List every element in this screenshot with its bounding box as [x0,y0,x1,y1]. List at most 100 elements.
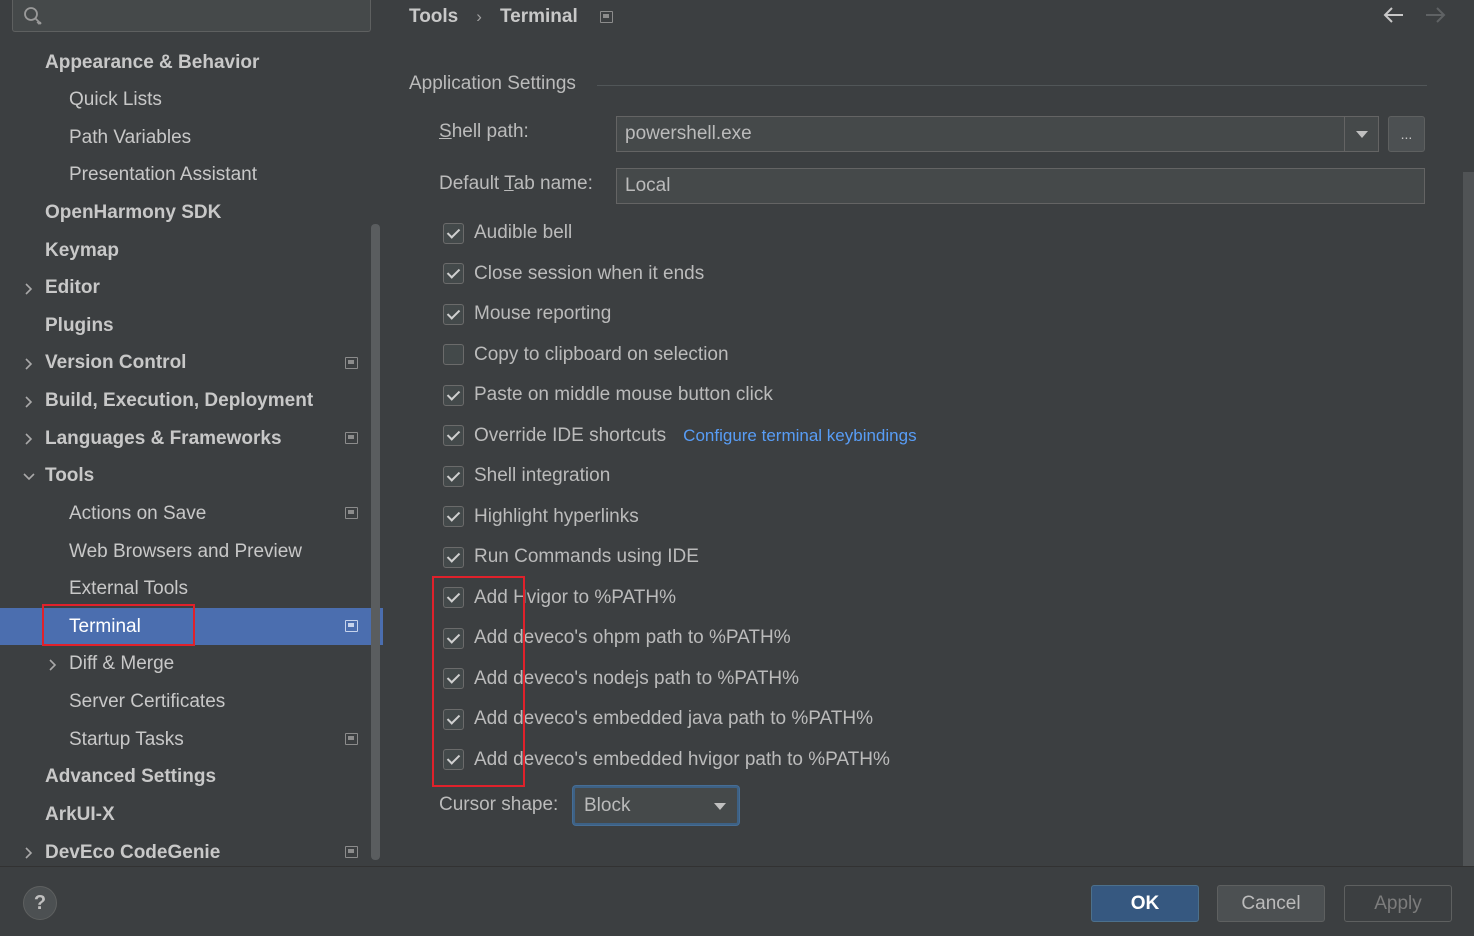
sidebar-item[interactable]: OpenHarmony SDK [0,194,383,231]
sidebar-item-label: Keymap [45,239,119,261]
sidebar-item[interactable]: ArkUI-X [0,796,383,833]
sidebar-item-label: Version Control [45,352,187,374]
cursor-shape-value: Block [584,794,631,816]
content-scrollbar[interactable] [1463,172,1474,866]
sidebar-item[interactable]: Web Browsers and Preview [0,533,383,570]
sidebar-item[interactable]: Build, Execution, Deployment [0,383,383,420]
sidebar-item-label: Appearance & Behavior [45,51,260,73]
sidebar-item[interactable]: Presentation Assistant [0,157,383,194]
sidebar-item[interactable]: Server Certificates [0,684,383,721]
sidebar-item-label: External Tools [69,578,188,600]
section-title: Application Settings [409,73,576,94]
checkbox-checked[interactable] [443,506,464,527]
project-scope-icon [345,507,358,520]
chevron-right-icon[interactable] [22,395,36,409]
option-row[interactable]: Shell integration [443,463,610,489]
option-label: Copy to clipboard on selection [474,343,729,365]
sidebar-item-label: Diff & Merge [69,653,175,675]
tab-name-label: Default Tab name: [439,173,593,194]
option-row[interactable]: Copy to clipboard on selection [443,342,729,368]
configure-keybindings-link[interactable]: Configure terminal keybindings [683,426,916,446]
option-label: Run Commands using IDE [474,546,699,567]
project-scope-icon [345,846,358,859]
sidebar-item[interactable]: Quick Lists [0,82,383,119]
section-divider [597,85,1427,86]
sidebar-item[interactable]: Advanced Settings [0,759,383,796]
chevron-right-icon[interactable] [22,357,36,371]
option-label: Close session when it ends [474,262,705,284]
breadcrumb-parent[interactable]: Tools [409,6,458,28]
shell-path-input[interactable]: powershell.exe [616,116,1379,152]
checkbox-checked[interactable] [443,222,464,244]
option-label: Shell integration [474,465,611,486]
cursor-shape-label: Cursor shape: [439,794,559,815]
checkbox-unchecked[interactable] [443,344,464,365]
sidebar-item[interactable]: Version Control [0,345,383,382]
chevron-down-icon[interactable] [22,470,36,484]
checkbox-checked[interactable] [443,465,464,487]
option-row[interactable]: Override IDE shortcuts Configure terminal… [443,423,917,449]
forward-arrow-icon[interactable] [1423,4,1447,26]
sidebar-item[interactable]: Languages & Frameworks [0,420,383,457]
settings-content: Tools › Terminal Application Settings Sh… [383,0,1474,866]
checkbox-checked[interactable] [443,546,464,568]
sidebar-item-label: OpenHarmony SDK [45,201,222,223]
back-arrow-icon[interactable] [1382,4,1406,26]
sidebar-item-label: ArkUI-X [45,803,115,825]
sidebar-item-label: Presentation Assistant [69,164,257,186]
sidebar-item-label: DevEco CodeGenie [45,841,221,863]
sidebar-item[interactable]: Tools [0,458,383,495]
shell-path-dropdown-arrow-icon[interactable] [1344,116,1379,152]
option-row[interactable]: Audible bell [443,220,572,246]
option-label: Audible bell [474,222,573,243]
project-scope-icon [345,733,358,746]
sidebar-item[interactable]: External Tools [0,571,383,608]
shell-path-value: powershell.exe [625,123,752,144]
checkbox-checked[interactable] [443,425,464,446]
sidebar-item[interactable]: Plugins [0,307,383,344]
annotation-highlight-box [42,604,195,647]
tab-name-input[interactable]: Local [616,168,1425,204]
chevron-right-icon[interactable] [22,432,36,446]
settings-search-input[interactable] [12,0,371,32]
option-row[interactable]: Paste on middle mouse button click [443,382,773,408]
checkbox-checked[interactable] [443,263,464,284]
chevron-right-icon[interactable] [22,282,36,296]
dialog-footer: ? OK Cancel Apply [0,866,1474,936]
search-icon [24,7,42,25]
option-row[interactable]: Mouse reporting [443,301,611,327]
sidebar-item[interactable]: Actions on Save [0,495,383,532]
sidebar-item[interactable]: Startup Tasks [0,721,383,758]
option-label: Paste on middle mouse button click [474,384,773,405]
sidebar-item[interactable]: Diff & Merge [0,646,383,683]
sidebar-scrollbar[interactable] [371,224,380,860]
sidebar-item[interactable]: Editor [0,270,383,307]
option-row[interactable]: Run Commands using IDE [443,544,699,570]
checkbox-checked[interactable] [443,384,464,406]
option-row[interactable]: Close session when it ends [443,261,704,287]
sidebar-item[interactable]: Path Variables [0,119,383,156]
checkbox-checked[interactable] [443,303,464,325]
sidebar-item-label: Languages & Frameworks [45,427,282,449]
project-scope-icon [345,432,358,445]
chevron-right-icon[interactable] [46,658,60,672]
browse-button[interactable]: ... [1388,116,1425,152]
breadcrumb: Tools › Terminal [409,4,613,30]
apply-button[interactable]: Apply [1344,885,1452,922]
sidebar-item-label: Server Certificates [69,691,226,713]
option-label: Add deveco's embedded java path to %PATH… [474,708,873,729]
annotation-highlight-box [432,576,525,787]
sidebar-item-label: Quick Lists [69,89,162,111]
option-row[interactable]: Highlight hyperlinks [443,504,639,530]
sidebar-item-label: Advanced Settings [45,766,217,788]
ok-button[interactable]: OK [1091,885,1199,922]
cursor-shape-select[interactable]: Block [573,786,739,825]
chevron-right-icon[interactable] [22,846,36,860]
cancel-button[interactable]: Cancel [1217,885,1325,922]
sidebar-item-label: Startup Tasks [69,728,184,750]
option-label: Override IDE shortcuts [474,424,667,446]
sidebar-item-label: Tools [45,465,95,487]
help-button[interactable]: ? [23,886,57,920]
sidebar-item[interactable]: Keymap [0,232,383,269]
sidebar-item[interactable]: Appearance & Behavior [0,44,383,81]
